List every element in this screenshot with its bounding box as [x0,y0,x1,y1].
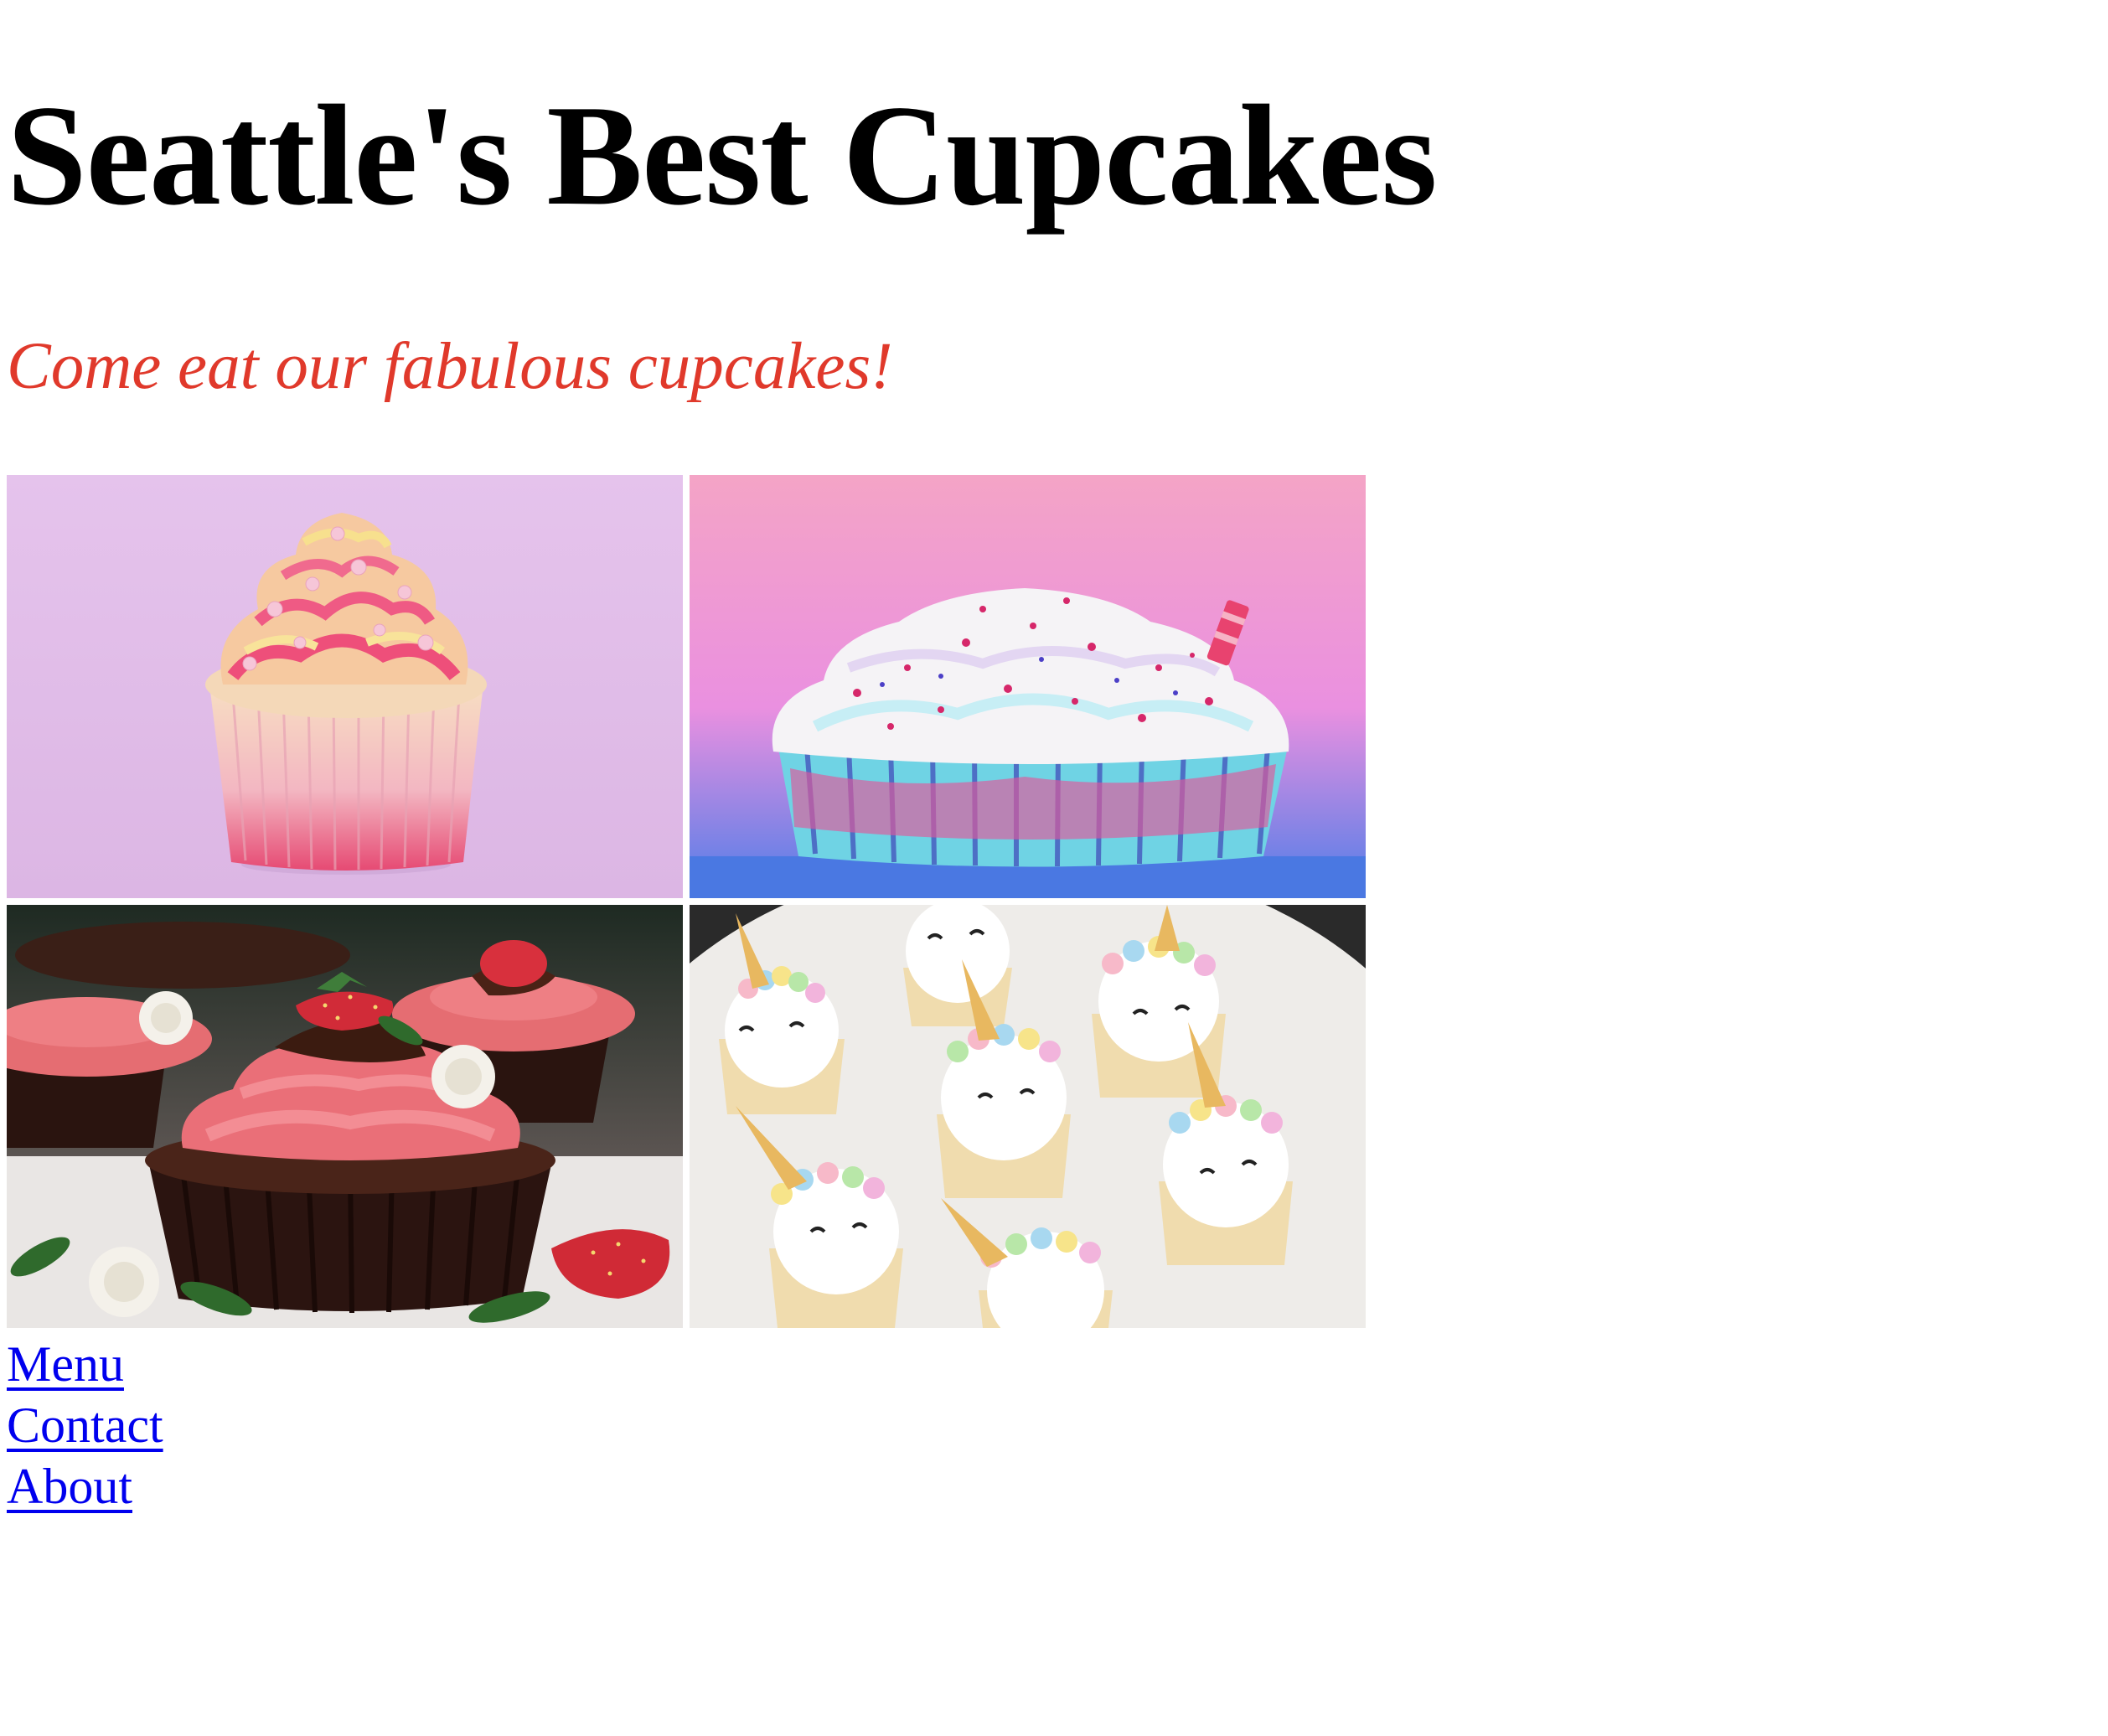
cupcake-pink-swirl-photo [7,475,683,898]
page-title: Seattle's Best Cupcakes [7,76,1437,235]
contact-link[interactable]: Contact [7,1395,163,1456]
cupcake-gallery [7,475,1372,1328]
about-link[interactable]: About [7,1456,163,1517]
tagline: Come eat our fabulous cupcakes! [7,330,893,403]
cupcake-rainbow-sprinkles-photo [690,475,1366,898]
site-nav: Menu Contact About [7,1334,163,1517]
cupcake-unicorn-photo [690,905,1366,1328]
menu-link[interactable]: Menu [7,1334,163,1395]
cupcake-chocolate-strawberry-photo [7,905,683,1328]
